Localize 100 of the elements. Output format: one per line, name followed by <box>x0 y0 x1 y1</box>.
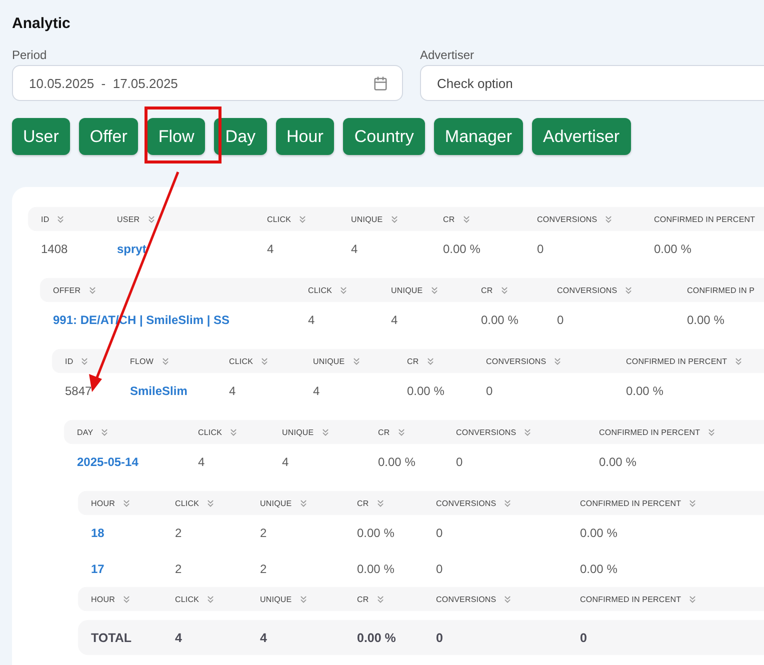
sort-icon[interactable] <box>120 594 132 604</box>
column-header[interactable]: USER <box>117 214 140 224</box>
sort-icon[interactable] <box>428 284 440 296</box>
table-link[interactable]: SmileSlim <box>130 384 188 398</box>
date-range-field[interactable]: 10.05.2025 - 17.05.2025 <box>12 65 403 101</box>
total-cell: 0 <box>436 630 443 644</box>
sort-icon[interactable] <box>86 284 98 296</box>
sort-icon[interactable] <box>338 284 350 296</box>
column-header[interactable]: UNIQUE <box>313 356 345 366</box>
sort-icon[interactable] <box>259 356 270 366</box>
table-link[interactable]: 17 <box>91 562 104 576</box>
calendar-icon[interactable] <box>373 76 388 90</box>
group-button[interactable]: Country <box>343 118 425 155</box>
column-header[interactable]: CONVERSIONS <box>456 428 516 436</box>
sort-icon[interactable] <box>320 426 331 438</box>
column-header[interactable]: CONFIRMED IN PERCENT <box>599 428 700 436</box>
column-header[interactable]: UNIQUE <box>351 214 383 224</box>
column-header[interactable]: CONFIRMED IN PERCENT <box>626 356 728 366</box>
column-header[interactable]: CONFIRMED IN PERCENT <box>580 498 682 508</box>
column-header[interactable]: CONVERSIONS <box>486 356 546 366</box>
sort-icon[interactable] <box>298 498 309 508</box>
table-link[interactable]: 2025-05-14 <box>77 455 138 469</box>
column-header[interactable]: CLICK <box>308 286 332 294</box>
table-cell: 0.00 % <box>599 455 636 469</box>
group-button[interactable]: Hour <box>276 118 334 155</box>
sort-icon[interactable] <box>522 426 534 438</box>
select-field[interactable]: Check option <box>420 65 764 101</box>
sort-icon[interactable] <box>374 498 386 508</box>
sort-icon[interactable] <box>424 356 436 366</box>
group-button[interactable]: User <box>12 118 70 155</box>
sort-icon[interactable] <box>120 498 132 508</box>
table-cell: 4 <box>267 242 274 256</box>
sort-icon[interactable] <box>350 356 362 366</box>
column-header[interactable]: CLICK <box>198 428 222 436</box>
sort-icon[interactable] <box>687 594 698 604</box>
sort-icon[interactable] <box>228 426 240 438</box>
column-header[interactable]: UNIQUE <box>282 428 314 436</box>
column-header[interactable]: CONVERSIONS <box>436 594 496 604</box>
table-link[interactable]: spryt <box>117 242 146 256</box>
sort-icon[interactable] <box>733 356 744 366</box>
sort-icon[interactable] <box>552 356 564 366</box>
sort-icon[interactable] <box>160 356 171 366</box>
table-cell: 0 <box>436 526 443 540</box>
sort-icon[interactable] <box>205 594 216 604</box>
column-header[interactable]: CONFIRMED IN PERCENT <box>654 214 756 224</box>
sort-icon[interactable] <box>396 426 407 438</box>
page-title: Analytic <box>12 14 72 34</box>
column-header[interactable]: ID <box>65 356 74 366</box>
column-header[interactable]: CR <box>378 428 390 436</box>
sort-icon[interactable] <box>502 594 514 604</box>
sort-icon[interactable] <box>498 284 510 296</box>
column-header[interactable]: CR <box>357 594 369 604</box>
sort-icon[interactable] <box>205 498 216 508</box>
column-header[interactable]: CLICK <box>267 214 292 224</box>
column-header[interactable]: CLICK <box>175 594 200 604</box>
column-header[interactable]: ID <box>41 214 50 224</box>
group-button[interactable]: Offer <box>78 118 138 155</box>
column-header[interactable]: CR <box>407 356 419 366</box>
column-header[interactable]: CONVERSIONS <box>537 214 598 224</box>
sort-icon[interactable] <box>297 214 308 224</box>
column-header[interactable]: OFFER <box>53 286 81 294</box>
table-cell: 0.00 % <box>654 242 692 256</box>
sort-icon[interactable] <box>706 426 718 438</box>
column-header[interactable]: UNIQUE <box>260 594 292 604</box>
sort-icon[interactable] <box>146 214 157 224</box>
column-header[interactable]: CLICK <box>175 498 200 508</box>
total-cell: 4 <box>175 630 182 644</box>
sort-icon[interactable] <box>623 284 634 296</box>
column-header[interactable]: CONFIRMED IN PERCENT <box>580 594 682 604</box>
sort-icon[interactable] <box>298 594 309 604</box>
column-header[interactable]: CLICK <box>229 356 254 366</box>
sort-icon[interactable] <box>55 214 66 224</box>
column-header[interactable]: HOUR <box>91 498 115 508</box>
column-header[interactable]: CONFIRMED IN P <box>687 286 755 294</box>
group-button[interactable]: Day <box>214 118 267 155</box>
group-button[interactable]: Advertiser <box>532 118 631 155</box>
table-link[interactable]: 18 <box>91 526 104 540</box>
column-header[interactable]: UNIQUE <box>260 498 292 508</box>
group-button[interactable]: Flow <box>147 118 206 155</box>
sort-icon[interactable] <box>79 356 90 366</box>
sort-icon[interactable] <box>460 214 472 224</box>
sort-icon[interactable] <box>374 594 386 604</box>
column-header[interactable]: CR <box>443 214 455 224</box>
column-header[interactable]: FLOW <box>130 356 154 366</box>
sort-icon[interactable] <box>603 214 614 224</box>
sort-icon[interactable] <box>687 498 698 508</box>
column-header[interactable]: CR <box>481 286 493 294</box>
table-cell: 0.00 % <box>626 384 664 398</box>
group-button[interactable]: Manager <box>434 118 524 155</box>
column-header[interactable]: HOUR <box>91 594 115 604</box>
column-header[interactable]: UNIQUE <box>391 286 423 294</box>
table-cell: 2 <box>260 526 267 540</box>
table-cell: 0.00 % <box>580 526 618 540</box>
column-header[interactable]: DAY <box>77 428 94 436</box>
column-header[interactable]: CONVERSIONS <box>557 286 618 294</box>
sort-icon[interactable] <box>388 214 400 224</box>
column-header[interactable]: CR <box>357 498 369 508</box>
column-header[interactable]: CONVERSIONS <box>436 498 496 508</box>
sort-icon[interactable] <box>502 498 514 508</box>
sort-icon[interactable] <box>99 426 110 438</box>
